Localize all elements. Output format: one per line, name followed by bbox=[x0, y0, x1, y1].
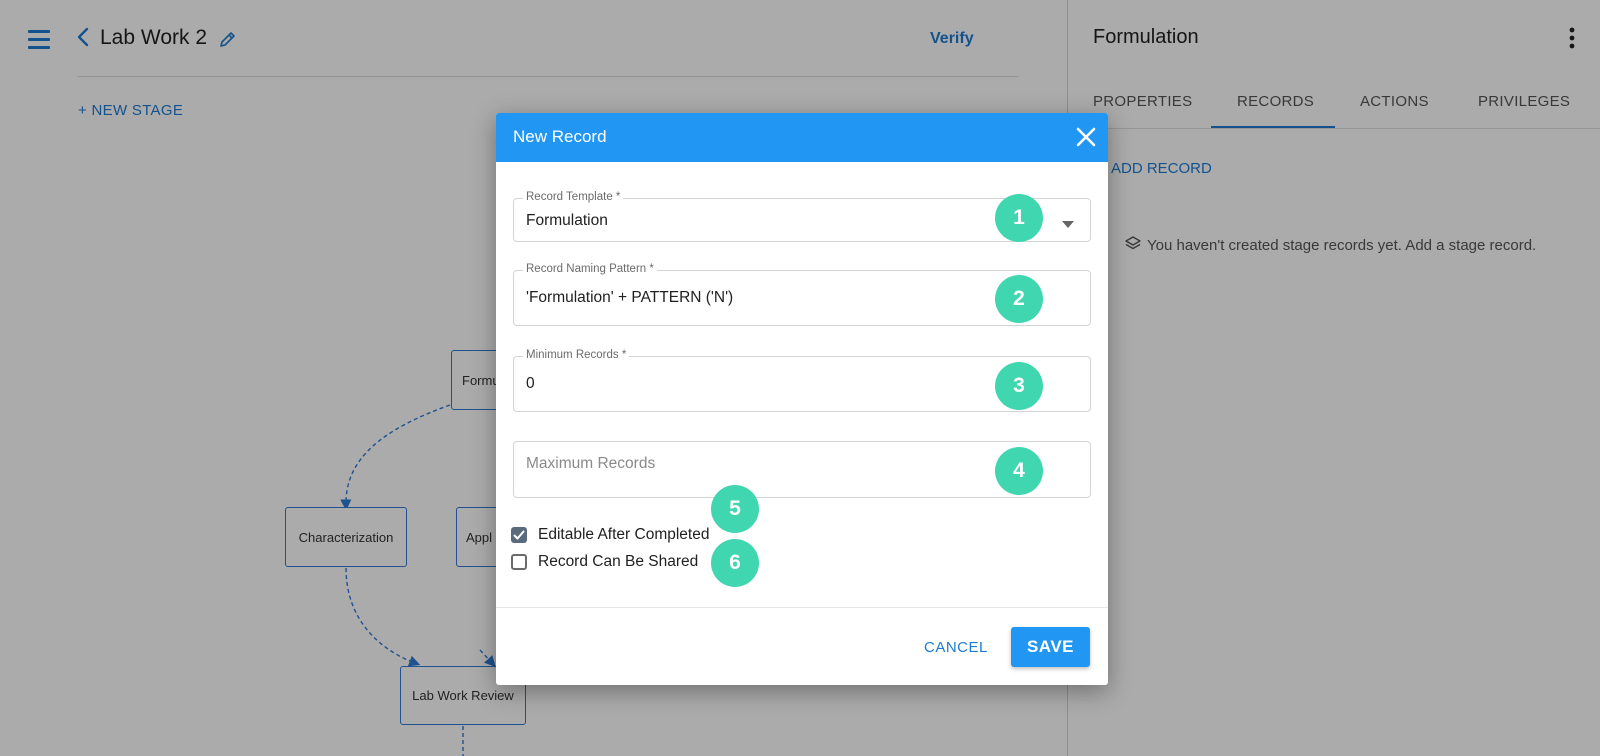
dropdown-caret-icon[interactable] bbox=[1062, 216, 1074, 234]
checkbox-label[interactable]: Record Can Be Shared bbox=[538, 553, 698, 571]
record-can-be-shared-checkbox[interactable] bbox=[511, 554, 527, 570]
step-badge: 1 bbox=[995, 194, 1043, 242]
field-value: 'Formulation' + PATTERN ('N') bbox=[526, 289, 734, 306]
step-badge: 3 bbox=[995, 362, 1043, 410]
field-value: 0 bbox=[526, 375, 535, 392]
checkbox-label[interactable]: Editable After Completed bbox=[538, 526, 709, 544]
checkmark-icon bbox=[513, 530, 525, 540]
dialog-header: New Record bbox=[496, 113, 1108, 162]
editable-after-completed-checkbox[interactable] bbox=[511, 527, 527, 543]
step-badge: 6 bbox=[711, 539, 759, 587]
dialog-title: New Record bbox=[513, 127, 607, 146]
dialog-footer-divider bbox=[496, 607, 1108, 608]
save-button[interactable]: SAVE bbox=[1011, 627, 1090, 667]
field-value: Formulation bbox=[526, 212, 608, 229]
step-badge: 2 bbox=[995, 275, 1043, 323]
cancel-button[interactable]: CANCEL bbox=[924, 639, 988, 656]
field-placeholder: Maximum Records bbox=[526, 455, 656, 472]
field-label: Record Naming Pattern * bbox=[523, 263, 657, 275]
field-label: Record Template * bbox=[523, 191, 624, 203]
step-badge: 4 bbox=[995, 447, 1043, 495]
step-badge: 5 bbox=[711, 485, 759, 533]
close-icon[interactable] bbox=[1074, 125, 1098, 154]
field-label: Minimum Records * bbox=[523, 349, 630, 361]
